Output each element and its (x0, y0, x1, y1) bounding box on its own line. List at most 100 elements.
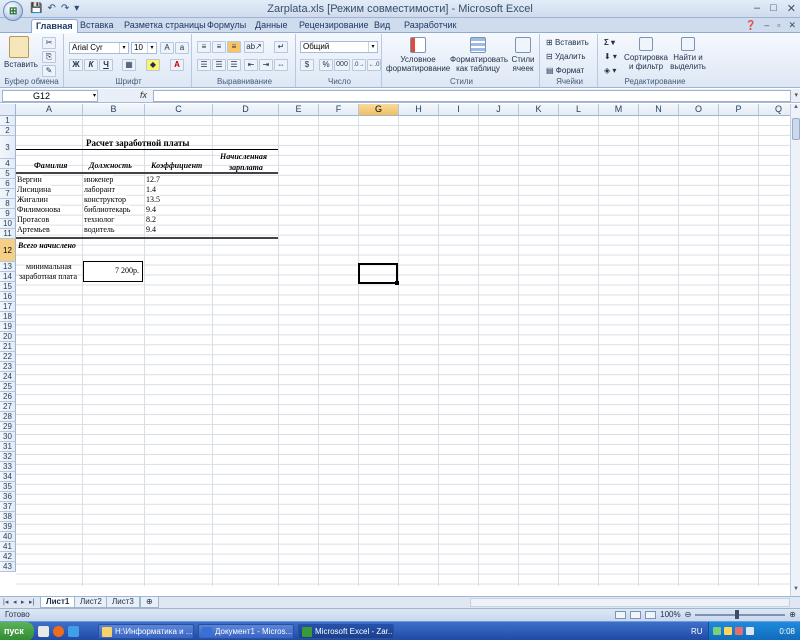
sheet-title[interactable]: Расчет заработной платы (86, 139, 189, 148)
tab-view[interactable]: Вид (370, 19, 394, 33)
row-header-9[interactable]: 9 (0, 209, 16, 219)
wrap-text-icon[interactable]: ↵ (274, 41, 288, 53)
row-header-22[interactable]: 22 (0, 352, 16, 362)
column-header-h[interactable]: H (399, 104, 439, 116)
tab-data[interactable]: Данные (251, 19, 292, 33)
row-header-10[interactable]: 10 (0, 219, 16, 229)
select-all-button[interactable] (0, 104, 16, 116)
normal-view-icon[interactable] (615, 611, 627, 619)
currency-icon[interactable]: $ (300, 59, 314, 71)
scroll-up-icon[interactable]: ▲ (791, 104, 800, 114)
increase-decimal-icon[interactable]: .0→ (352, 59, 366, 71)
cell-styles-button[interactable]: Стили ячеек (508, 37, 538, 73)
sheet-tab-2[interactable]: Лист2 (74, 597, 108, 608)
fill-color-icon[interactable]: ◆ (146, 59, 160, 71)
column-header-m[interactable]: M (599, 104, 639, 116)
font-color-icon[interactable]: A (170, 59, 184, 71)
row-header-29[interactable]: 29 (0, 422, 16, 432)
employee-name[interactable]: Филимонова (17, 205, 61, 214)
page-layout-view-icon[interactable] (630, 611, 642, 619)
tray-network-icon[interactable] (713, 627, 721, 635)
row-header-33[interactable]: 33 (0, 462, 16, 472)
paste-button[interactable]: Вставить (4, 36, 38, 69)
tab-insert[interactable]: Вставка (76, 19, 117, 33)
maximize-button[interactable]: □ (770, 2, 777, 15)
row-header-24[interactable]: 24 (0, 372, 16, 382)
task-word[interactable]: Документ1 - Micros... (198, 624, 294, 639)
zoom-out-icon[interactable]: ⊖ (685, 609, 692, 621)
borders-icon[interactable]: ▦ (122, 59, 136, 71)
find-select-button[interactable]: Найти и выделить (668, 37, 708, 71)
row-header-28[interactable]: 28 (0, 412, 16, 422)
column-header-c[interactable]: C (145, 104, 213, 116)
employee-position[interactable]: технолог (84, 215, 115, 224)
grow-font-icon[interactable]: A (160, 42, 174, 54)
language-indicator[interactable]: RU (691, 622, 703, 640)
office-button[interactable]: ⊞ (3, 1, 23, 21)
tray-antivirus-icon[interactable] (735, 627, 743, 635)
employee-name[interactable]: Жигалин (17, 195, 48, 204)
close-button[interactable]: ✕ (787, 2, 796, 15)
row-header-15[interactable]: 15 (0, 282, 16, 292)
employee-coef[interactable]: 8.2 (146, 215, 156, 224)
employee-coef[interactable]: 9.4 (146, 205, 156, 214)
last-sheet-icon[interactable]: ▸| (29, 598, 34, 606)
row-header-11[interactable]: 11 (0, 229, 16, 239)
zoom-level[interactable]: 100% (660, 609, 680, 621)
media-icon[interactable] (68, 626, 79, 637)
scroll-thumb[interactable] (792, 118, 800, 140)
column-header-f[interactable]: F (319, 104, 359, 116)
column-header-k[interactable]: K (519, 104, 559, 116)
row-header-3[interactable]: 3 (0, 136, 16, 159)
merge-center-icon[interactable]: ⇔ (274, 59, 288, 71)
tray-volume-icon[interactable] (746, 627, 754, 635)
font-size-select[interactable]: 10 ▾ (131, 42, 157, 54)
first-sheet-icon[interactable]: |◂ (3, 598, 8, 606)
align-middle-icon[interactable]: ≡ (212, 41, 226, 53)
row-header-23[interactable]: 23 (0, 362, 16, 372)
row-header-41[interactable]: 41 (0, 542, 16, 552)
column-header-e[interactable]: E (279, 104, 319, 116)
header-coefficient[interactable]: Коэффициент (151, 161, 203, 170)
employee-coef[interactable]: 1.4 (146, 185, 156, 194)
row-header-17[interactable]: 17 (0, 302, 16, 312)
selected-cell-g12[interactable] (358, 263, 399, 285)
format-as-table-button[interactable]: Форматировать как таблицу (450, 37, 508, 73)
column-header-p[interactable]: P (719, 104, 759, 116)
min-wage-label-line1[interactable]: минимальная (26, 262, 72, 271)
decrease-decimal-icon[interactable]: ←.0 (367, 59, 381, 71)
row-header-38[interactable]: 38 (0, 512, 16, 522)
row-header-8[interactable]: 8 (0, 199, 16, 209)
sort-filter-button[interactable]: Сортировка и фильтр (624, 37, 668, 71)
task-explorer[interactable]: Н:\Информатика и ... (98, 624, 194, 639)
row-header-36[interactable]: 36 (0, 492, 16, 502)
column-header-j[interactable]: J (479, 104, 519, 116)
shrink-font-icon[interactable]: a (175, 42, 189, 54)
employee-coef[interactable]: 9.4 (146, 225, 156, 234)
row-header-16[interactable]: 16 (0, 292, 16, 302)
tab-developer[interactable]: Разработчик (400, 19, 460, 33)
employee-name[interactable]: Протасов (17, 215, 50, 224)
row-header-5[interactable]: 5 (0, 169, 16, 179)
employee-position[interactable]: инженер (84, 175, 114, 184)
row-header-21[interactable]: 21 (0, 342, 16, 352)
header-name[interactable]: Фамилия (34, 161, 68, 170)
column-header-b[interactable]: B (83, 104, 145, 116)
autosum-icon[interactable]: Σ ▾ (604, 38, 615, 47)
row-header-19[interactable]: 19 (0, 322, 16, 332)
row-header-25[interactable]: 25 (0, 382, 16, 392)
fill-icon[interactable]: ⬇ ▾ (604, 52, 617, 61)
decrease-indent-icon[interactable]: ⇤ (244, 59, 258, 71)
font-name-select[interactable]: Arial Cyr ▾ (69, 42, 129, 54)
row-header-6[interactable]: 6 (0, 179, 16, 189)
restore-workbook-icon[interactable]: – (764, 20, 769, 31)
clear-icon[interactable]: ◈ ▾ (604, 66, 616, 75)
min-wage-value[interactable]: 7 200р. (83, 261, 143, 282)
row-header-39[interactable]: 39 (0, 522, 16, 532)
vertical-scrollbar[interactable]: ▲ ▼ (790, 104, 800, 596)
minimize-button[interactable]: – (754, 2, 760, 15)
column-header-l[interactable]: L (559, 104, 599, 116)
row-header-26[interactable]: 26 (0, 392, 16, 402)
next-sheet-icon[interactable]: ▸ (21, 598, 25, 606)
zoom-in-icon[interactable]: ⊕ (789, 609, 796, 621)
